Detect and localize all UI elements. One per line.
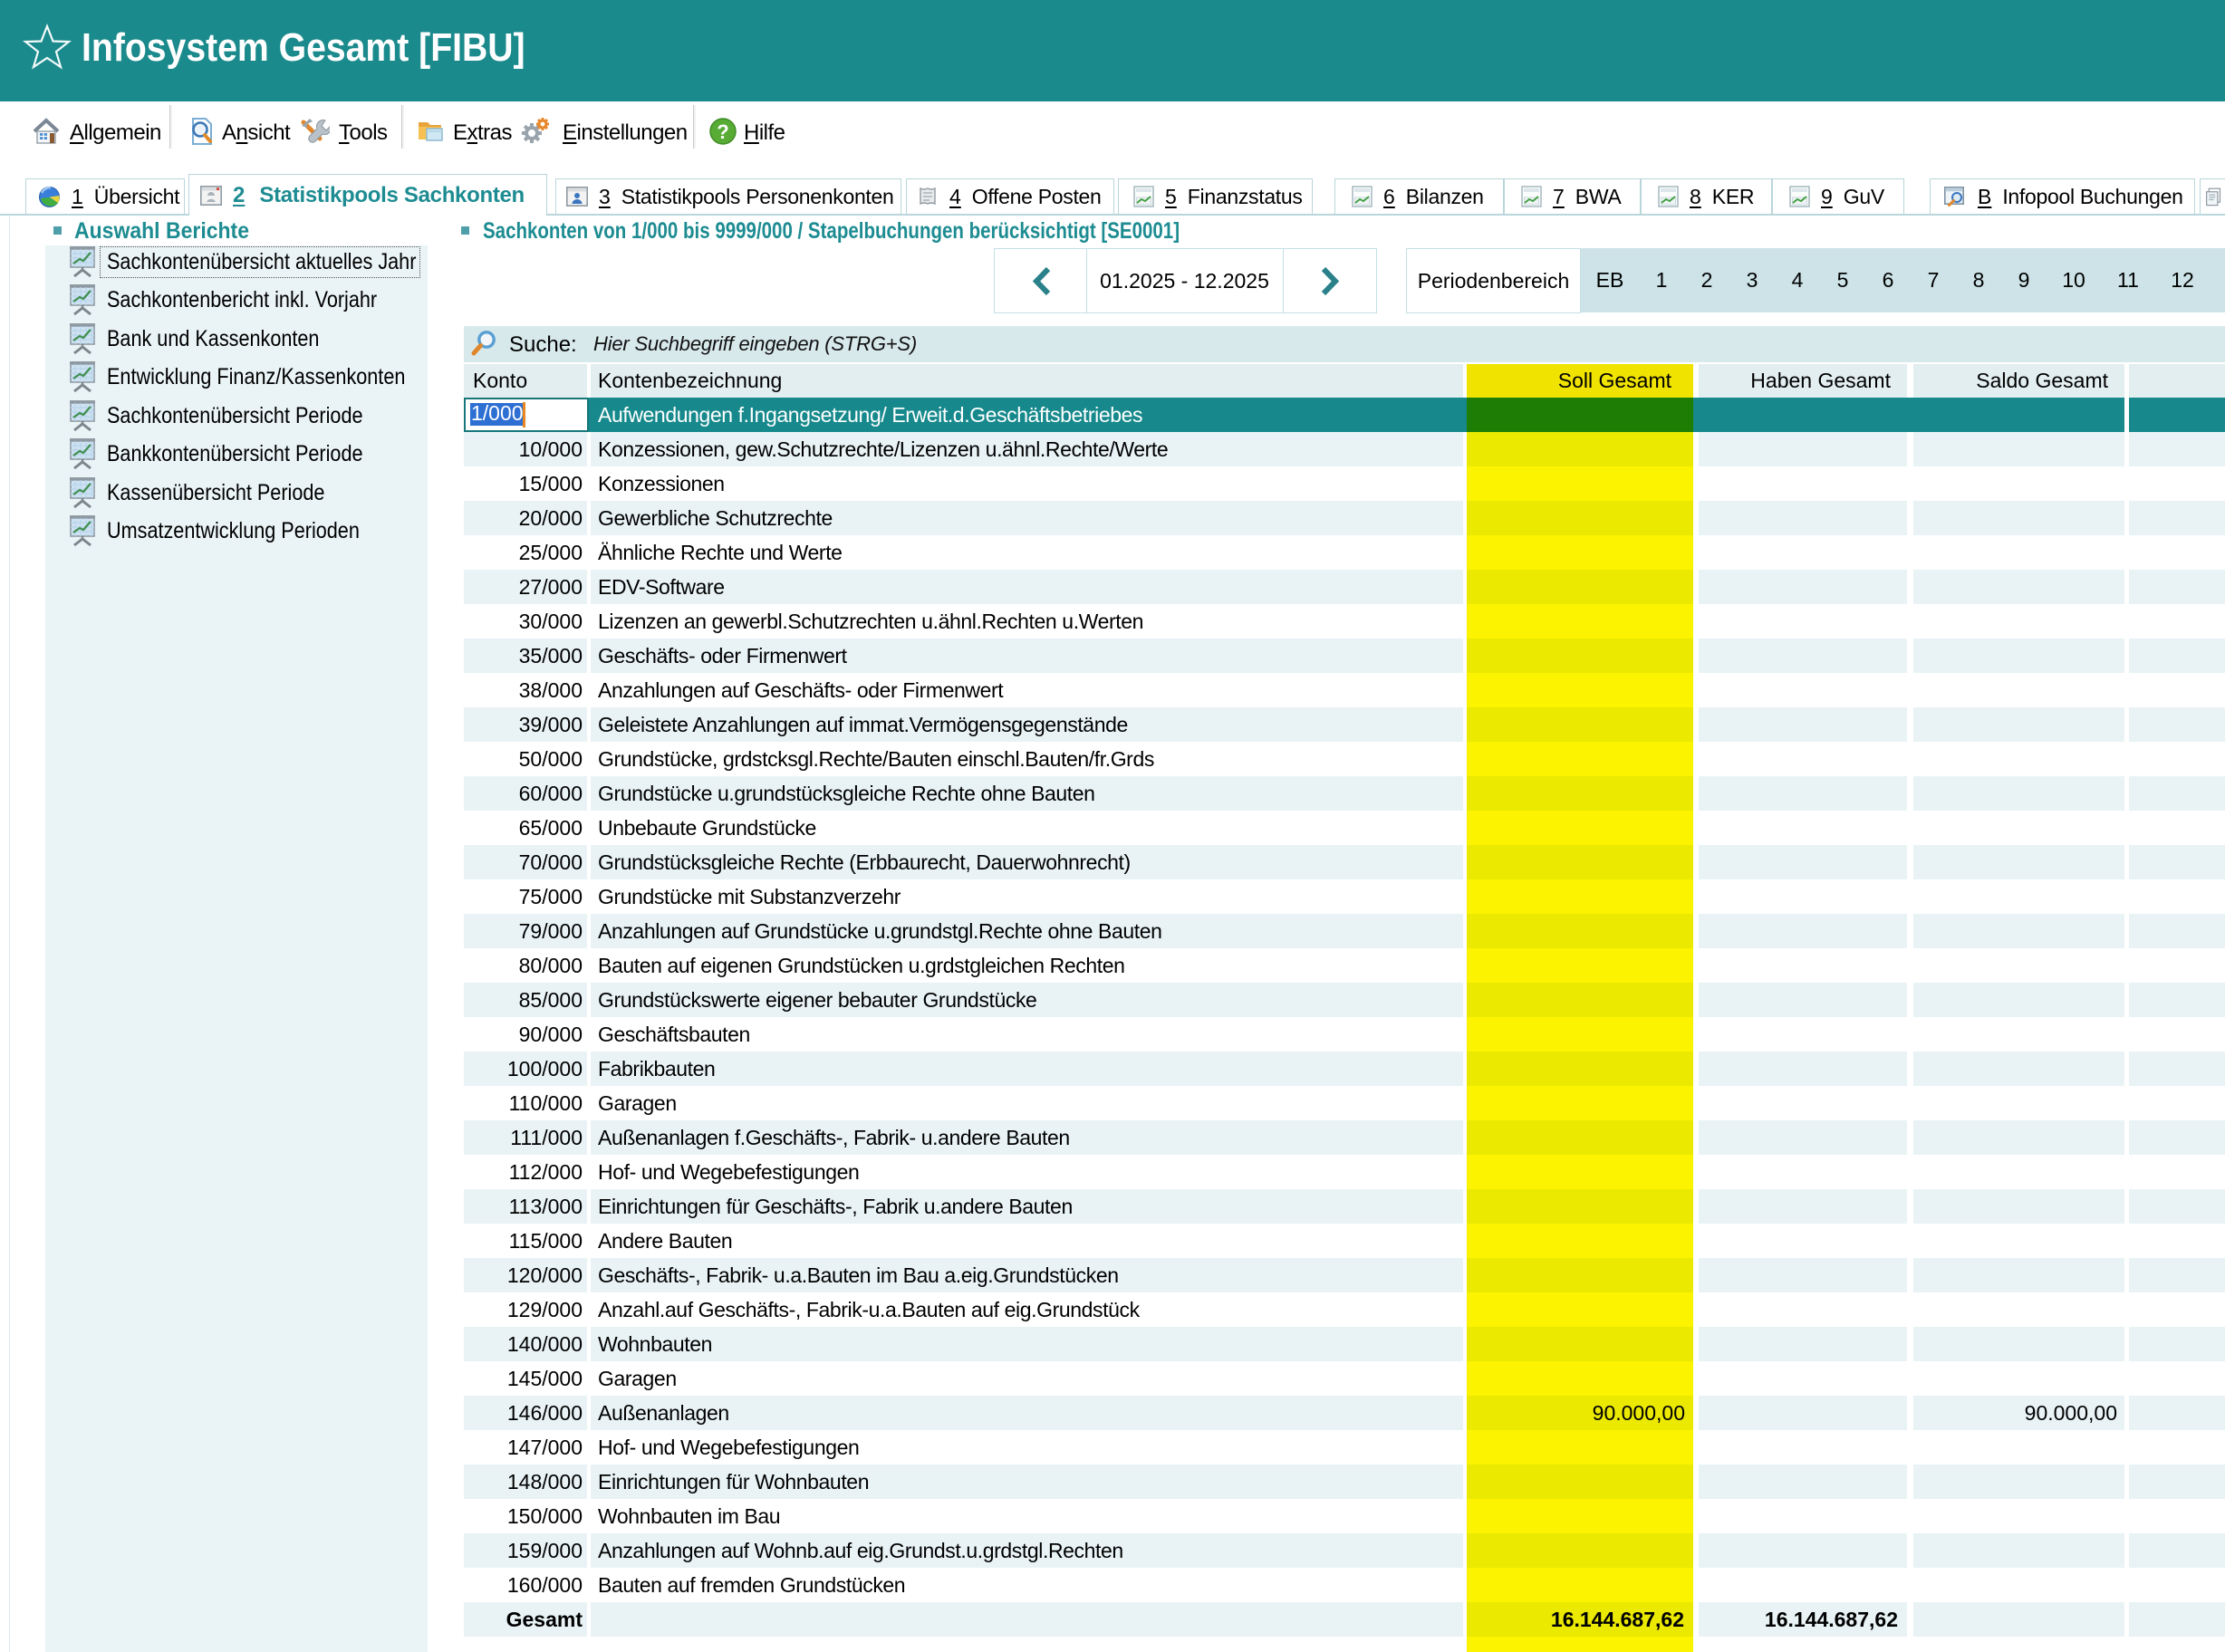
svg-text:?: ? bbox=[717, 120, 728, 143]
